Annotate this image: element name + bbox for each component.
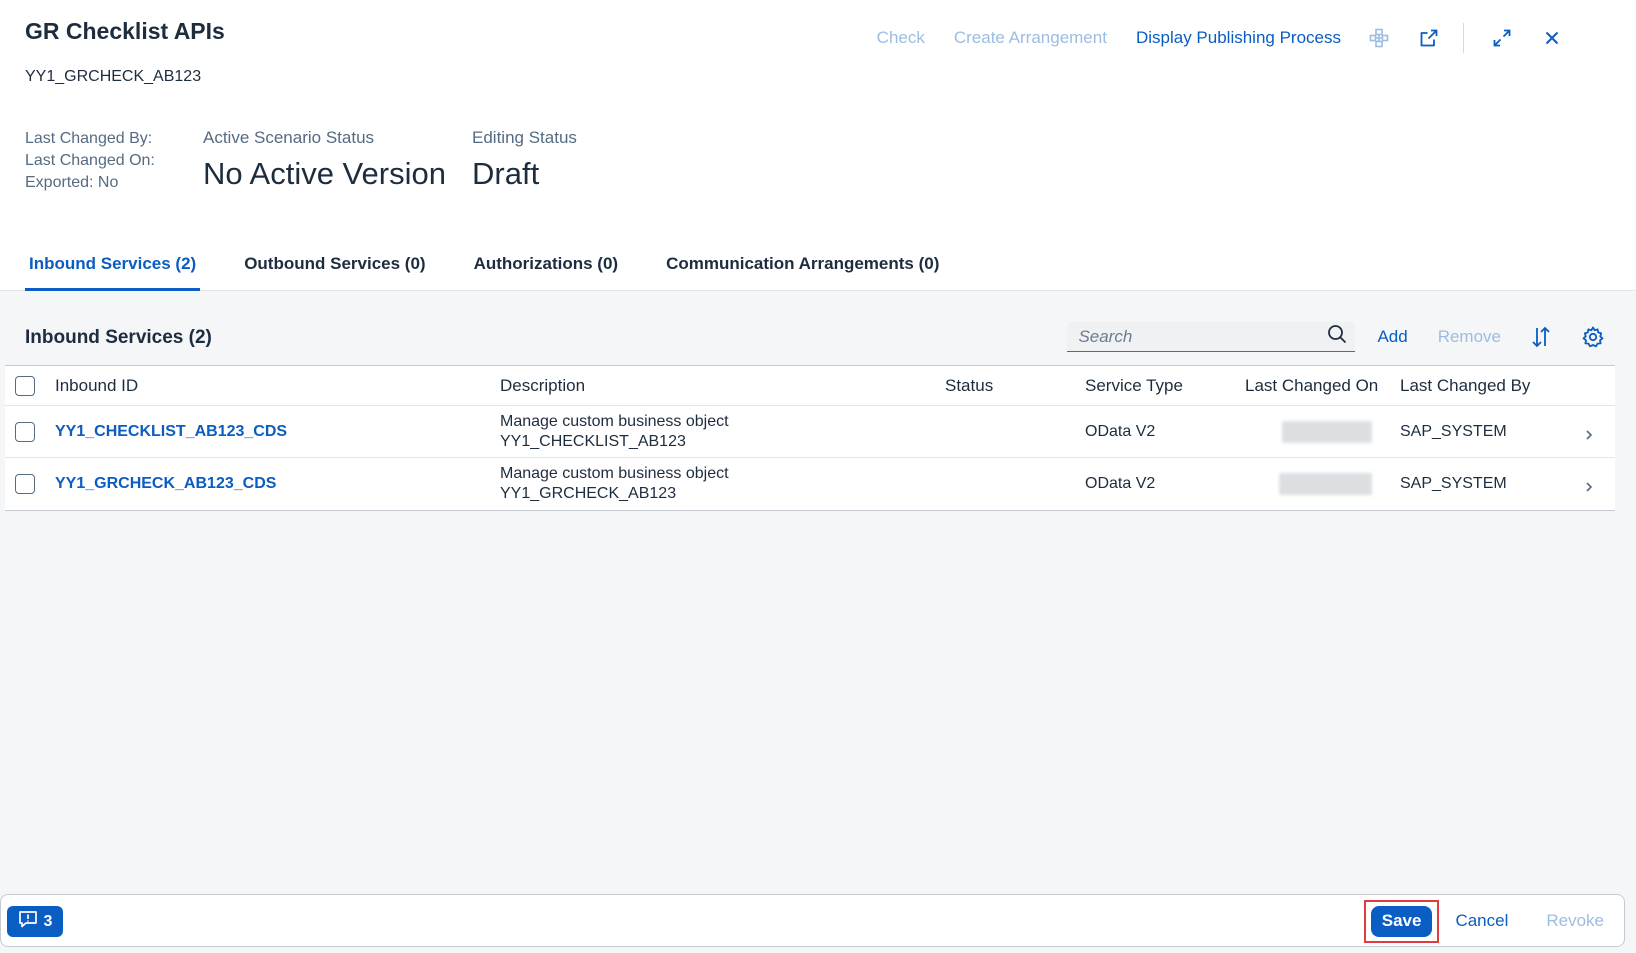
last-changed-on: Last Changed On: — [25, 152, 155, 169]
message-icon — [18, 910, 38, 933]
row-checkbox[interactable] — [15, 422, 35, 442]
search-field[interactable] — [1067, 322, 1356, 352]
chevron-right-icon[interactable] — [1583, 478, 1595, 492]
page-subtitle: YY1_GRCHECK_AB123 — [25, 68, 202, 85]
inbound-services-panel: Inbound Services (2) Add Remove — [5, 291, 1615, 536]
save-button[interactable]: Save — [1370, 905, 1433, 937]
header-separator — [1463, 23, 1464, 53]
add-button[interactable]: Add — [1377, 327, 1407, 347]
editing-status-label: Editing Status — [472, 128, 577, 147]
messages-button[interactable]: 3 — [7, 906, 63, 937]
column-inbound-id[interactable]: Inbound ID — [55, 376, 138, 396]
remove-button[interactable]: Remove — [1438, 327, 1501, 347]
row-last-changed-on-redacted — [1279, 473, 1372, 495]
settings-icon[interactable] — [1581, 325, 1605, 349]
display-publishing-process-button[interactable]: Display Publishing Process — [1136, 28, 1341, 48]
row-last-changed-on-redacted — [1282, 421, 1372, 443]
column-status[interactable]: Status — [945, 376, 993, 396]
header-actions: Check Create Arrangement Display Publish… — [848, 23, 1564, 53]
editing-status: Editing Status Draft — [472, 128, 577, 192]
share-icon[interactable] — [1417, 26, 1441, 50]
tab-bar: Inbound Services (2) Outbound Services (… — [0, 244, 1636, 291]
inbound-id-link[interactable]: YY1_CHECKLIST_AB123_CDS — [55, 423, 287, 441]
active-status-label: Active Scenario Status — [203, 128, 375, 147]
table-toolbar: Add Remove — [1067, 319, 1605, 355]
revoke-button[interactable]: Revoke — [1546, 911, 1604, 931]
fullscreen-icon[interactable] — [1490, 26, 1514, 50]
row-last-changed-by: SAP_SYSTEM — [1400, 475, 1507, 492]
row-checkbox[interactable] — [15, 474, 35, 494]
description-object: YY1_CHECKLIST_AB123 — [500, 433, 686, 450]
row-service-type: OData V2 — [1085, 475, 1156, 492]
active-scenario-status: Active Scenario Status No Active Version — [203, 128, 446, 192]
message-count: 3 — [43, 912, 53, 930]
column-last-changed-by[interactable]: Last Changed By — [1400, 376, 1530, 396]
page-title: GR Checklist APIs — [25, 18, 225, 44]
tab-authorizations[interactable]: Authorizations (0) — [470, 244, 623, 291]
content-area: Inbound Services (2) Add Remove — [0, 291, 1636, 953]
search-input[interactable] — [1078, 326, 1328, 347]
cancel-button[interactable]: Cancel — [1455, 911, 1508, 931]
row-service-type: OData V2 — [1085, 423, 1156, 440]
description-line: Manage custom business object — [500, 413, 729, 430]
search-icon[interactable] — [1327, 324, 1347, 349]
chevron-right-icon[interactable] — [1583, 426, 1595, 440]
inbound-id-link[interactable]: YY1_GRCHECK_AB123_CDS — [55, 475, 276, 493]
exported-status: Exported: No — [25, 174, 119, 191]
table-header-row: Inbound ID Description Status Service Ty… — [5, 366, 1615, 406]
save-highlight: Save — [1363, 899, 1440, 943]
create-arrangement-button[interactable]: Create Arrangement — [954, 28, 1107, 48]
description-line: Manage custom business object — [500, 465, 729, 482]
table-row[interactable]: YY1_GRCHECK_AB123_CDS Manage custom busi… — [5, 458, 1615, 510]
row-description: Manage custom business object YY1_CHECKL… — [500, 412, 729, 452]
sort-icon[interactable] — [1529, 325, 1553, 349]
footer-toolbar: 3 Save Cancel Revoke — [0, 894, 1625, 947]
editing-status-value: Draft — [472, 156, 540, 191]
panel-title: Inbound Services (2) — [25, 327, 212, 348]
check-button[interactable]: Check — [877, 28, 925, 48]
column-service-type[interactable]: Service Type — [1085, 376, 1183, 396]
select-all-checkbox[interactable] — [15, 376, 35, 396]
tab-communication-arrangements[interactable]: Communication Arrangements (0) — [662, 244, 943, 291]
active-status-value: No Active Version — [203, 156, 446, 191]
object-meta: Last Changed By: Last Changed On: Export… — [25, 128, 155, 194]
description-object: YY1_GRCHECK_AB123 — [500, 485, 677, 502]
last-changed-by: Last Changed By: — [25, 130, 153, 147]
tab-inbound-services[interactable]: Inbound Services (2) — [25, 244, 201, 291]
column-description[interactable]: Description — [500, 376, 585, 396]
row-last-changed-by: SAP_SYSTEM — [1400, 423, 1507, 440]
footer-actions: Save Cancel Revoke — [1363, 899, 1604, 943]
inbound-services-table: Inbound ID Description Status Service Ty… — [5, 365, 1615, 511]
structure-icon[interactable] — [1367, 26, 1391, 50]
column-last-changed-on[interactable]: Last Changed On — [1245, 376, 1378, 396]
close-icon[interactable] — [1540, 26, 1564, 50]
table-row[interactable]: YY1_CHECKLIST_AB123_CDS Manage custom bu… — [5, 406, 1615, 458]
row-description: Manage custom business object YY1_GRCHEC… — [500, 464, 729, 504]
tab-outbound-services[interactable]: Outbound Services (0) — [240, 244, 429, 291]
